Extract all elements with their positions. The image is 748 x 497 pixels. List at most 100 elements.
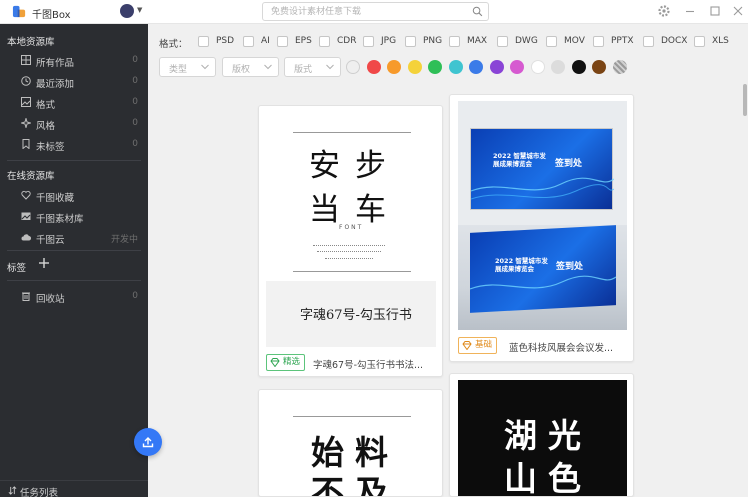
checkbox[interactable] [363,36,374,47]
format-label-mov: MOV [564,36,585,46]
format-label-pptx: PPTX [611,36,634,46]
checkbox[interactable] [319,36,330,47]
wave-lines [471,177,614,200]
format-label-eps: EPS [295,36,312,46]
sidebar-item-material-library[interactable]: 千图素材库 [0,207,148,227]
main-content: 格式： PSD AI EPS CDR JPG PNG MAX DWG MOV P… [148,24,748,497]
checkbox[interactable] [198,36,209,47]
color-swatch[interactable] [407,60,422,74]
checkbox[interactable] [449,36,460,47]
diamond-icon [462,341,472,350]
copyright-dropdown[interactable]: 版权 [222,57,279,77]
avatar[interactable] [120,4,134,18]
minimize-icon[interactable] [683,4,697,18]
close-icon[interactable] [731,4,745,18]
board-title: 2022 智慧城市发展成果博览会 [493,152,546,168]
search-input[interactable] [263,3,463,20]
sidebar-item-trash[interactable]: 回收站 0 [0,287,148,307]
color-swatch[interactable] [469,60,483,74]
sidebar-item-format[interactable]: 格式 0 [0,93,148,113]
checkbox[interactable] [405,36,416,47]
tags-heading: 标签 [7,263,27,274]
checkbox[interactable] [243,36,254,47]
badge-featured: 精选 [266,354,306,371]
divider [7,160,141,161]
card-thumbnail[interactable]: 2022 智慧城市发展成果博览会 签到处 2022 智慧城市发展成果博览会 签到… [458,101,627,330]
font-preview-char: 山 [504,459,537,497]
chevron-down-icon [326,64,334,70]
title-bar: 千图Box ▼ [0,0,748,24]
font-preview-char: 当 [309,192,340,228]
asset-card[interactable]: 安 步 当 车 FONT 字魂67号-勾玉行书 精选 字魂67号-勾玉行书书法.… [258,105,443,377]
sidebar-item-label: 风格 [36,121,56,132]
color-swatch[interactable] [571,60,586,74]
sidebar-item-label: 所有作品 [36,58,75,69]
board-title: 2022 智慧城市发展成果博览会 [495,257,548,273]
local-library-heading: 本地资源库 [7,37,55,48]
sidebar-item-label: 最近添加 [36,79,75,90]
sidebar-item-untagged[interactable]: 未标签 0 [0,135,148,155]
card-title[interactable]: 蓝色科技风展会会议发... [509,340,613,354]
chevron-down-icon[interactable]: ▼ [137,6,142,14]
layout-dropdown[interactable]: 版式 [284,57,341,77]
font-preview-char: 湖 [504,416,537,455]
checkbox[interactable] [546,36,557,47]
color-swatch[interactable] [489,60,504,74]
color-swatch[interactable] [366,60,381,74]
type-dropdown[interactable]: 类型 [159,57,216,77]
card-thumbnail[interactable]: 安 步 当 车 FONT [269,106,432,276]
add-tag-icon[interactable] [38,257,50,269]
checkbox[interactable] [593,36,604,47]
asset-card[interactable]: 2022 智慧城市发展成果博览会 签到处 2022 智慧城市发展成果博览会 签到… [449,94,634,362]
chevron-down-icon [264,64,272,70]
checkbox[interactable] [643,36,654,47]
sidebar-item-cloud[interactable]: 千图云 开发中 [0,228,148,248]
font-preview-char: 不 [311,473,344,497]
font-label: FONT [339,224,364,231]
color-swatch[interactable] [428,60,442,74]
checkbox[interactable] [694,36,705,47]
sidebar-item-recent[interactable]: 最近添加 0 [0,72,148,92]
card-title[interactable]: 字魂67号-勾玉行书书法... [313,357,423,371]
grid-icon [21,55,31,65]
card-thumbnail[interactable]: 始 料 不 及 [269,390,432,497]
gear-icon[interactable] [657,4,671,18]
search-box[interactable] [262,2,489,21]
image-icon [21,97,31,107]
sidebar-item-label: 格式 [36,100,56,111]
color-swatch[interactable] [530,60,545,74]
color-swatch[interactable] [448,60,463,74]
format-label-ai: AI [261,36,270,46]
divider [7,280,141,281]
color-swatch[interactable] [551,60,565,74]
asset-card[interactable]: 湖 光 山 色 [449,373,634,497]
maximize-icon[interactable] [708,4,722,18]
format-label-psd: PSD [216,36,235,46]
color-swatch[interactable] [510,60,524,74]
scrollbar-thumb[interactable] [743,84,747,116]
sidebar-item-style[interactable]: 风格 0 [0,114,148,134]
task-list-label: 任务列表 [20,488,59,497]
sidebar: 本地资源库 所有作品 0 最近添加 0 格式 0 风格 0 未标签 0 在线资源… [0,24,148,497]
heart-icon [21,190,31,200]
card-thumbnail[interactable]: 湖 光 山 色 [458,380,627,497]
checkbox[interactable] [277,36,288,47]
format-label-png: PNG [423,36,443,46]
sidebar-item-favorites[interactable]: 千图收藏 [0,186,148,206]
color-swatch[interactable] [346,60,360,74]
color-swatch[interactable] [387,60,401,74]
format-label-max: MAX [467,36,488,46]
sidebar-item-label: 回收站 [36,294,65,305]
sidebar-item-all-works[interactable]: 所有作品 0 [0,51,148,71]
sidebar-item-count: 0 [132,76,138,86]
sidebar-item-count: 0 [132,55,138,65]
board-subtitle: 签到处 [555,159,583,169]
task-list-button[interactable]: 任务列表 [0,480,148,497]
color-swatch[interactable] [612,60,627,74]
color-swatch[interactable] [592,60,606,74]
checkbox[interactable] [497,36,508,47]
search-icon[interactable] [472,6,483,17]
dropdown-label: 版权 [232,65,251,75]
asset-card[interactable]: 始 料 不 及 [258,389,443,497]
format-label-cdr: CDR [337,36,357,46]
